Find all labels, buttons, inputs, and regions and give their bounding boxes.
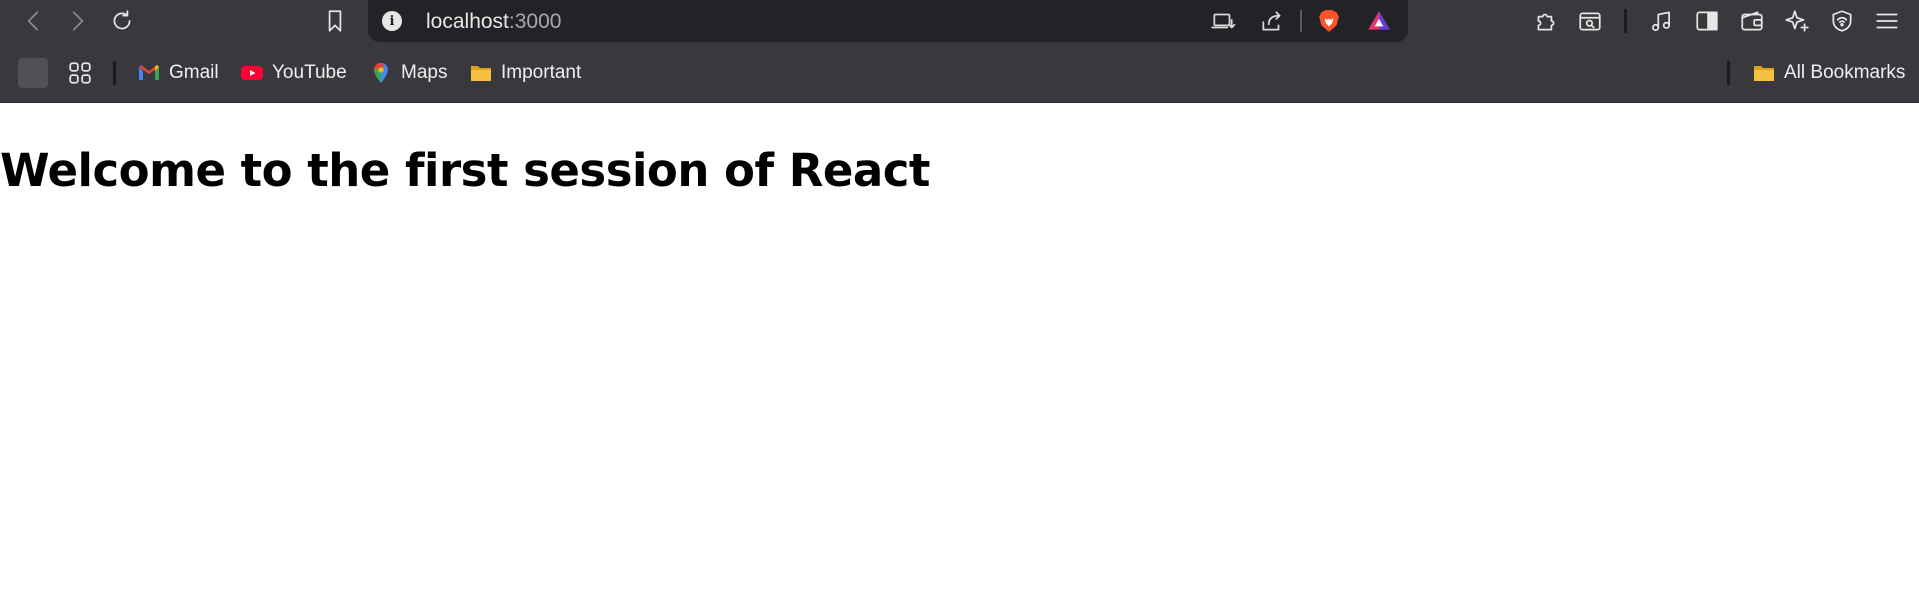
gmail-icon (137, 61, 161, 85)
main-menu-button[interactable] (1870, 4, 1904, 38)
hamburger-menu-icon (1876, 13, 1898, 29)
sidebar-button[interactable] (1690, 4, 1724, 38)
bookmarks-divider (113, 61, 116, 85)
url-port: :3000 (508, 10, 562, 33)
shield-icon (1832, 10, 1852, 32)
site-info-icon[interactable]: i (382, 11, 402, 31)
media-button[interactable] (1644, 4, 1678, 38)
browser-toolbar: i localhost:3000 (0, 0, 1919, 42)
bookmark-page-button[interactable] (318, 4, 352, 38)
rewards-triangle-icon (1368, 11, 1390, 30)
share-button[interactable] (1255, 4, 1289, 38)
bookmark-gmail[interactable]: Gmail (137, 58, 219, 88)
chevron-left-icon (27, 11, 39, 31)
bookmark-youtube[interactable]: YouTube (240, 58, 347, 88)
bookmark-label: YouTube (272, 62, 347, 83)
install-laptop-icon (1211, 13, 1236, 29)
bookmark-label: Gmail (169, 62, 219, 83)
vpn-button[interactable] (1825, 4, 1859, 38)
url-text[interactable]: localhost:3000 (426, 10, 561, 34)
brave-lion-icon (1319, 10, 1339, 32)
profile-tile[interactable] (18, 58, 48, 88)
maps-icon (369, 61, 393, 85)
extensions-button[interactable] (1529, 4, 1563, 38)
sidebar-icon (1696, 11, 1718, 31)
all-bookmarks-button[interactable]: All Bookmarks (1752, 58, 1905, 88)
url-divider (1300, 10, 1302, 32)
bookmark-folder-important[interactable]: Important (469, 58, 581, 88)
window-search-icon (1579, 12, 1601, 31)
reload-button[interactable] (105, 4, 139, 38)
apps-button[interactable] (63, 56, 97, 90)
address-bar[interactable]: i localhost:3000 (368, 0, 1408, 42)
forward-button[interactable] (60, 4, 94, 38)
search-tab-button[interactable] (1573, 4, 1607, 38)
wallet-icon (1741, 11, 1763, 31)
apps-grid-icon (69, 62, 91, 84)
chevron-right-icon (72, 11, 84, 31)
url-host: localhost (426, 10, 509, 33)
all-bookmarks-divider (1727, 61, 1730, 85)
back-button[interactable] (17, 4, 51, 38)
sparkle-icon (1785, 10, 1809, 32)
wallet-button[interactable] (1735, 4, 1769, 38)
bookmark-label: Maps (401, 62, 448, 83)
all-bookmarks-label: All Bookmarks (1784, 62, 1906, 83)
youtube-icon (240, 61, 264, 85)
music-note-icon (1652, 11, 1670, 32)
install-app-button[interactable] (1206, 4, 1240, 38)
folder-icon (1752, 61, 1776, 85)
brave-shields-button[interactable] (1312, 4, 1346, 38)
brave-rewards-button[interactable] (1362, 4, 1396, 38)
bookmark-maps[interactable]: Maps (369, 58, 447, 88)
toolbar-divider (1624, 9, 1627, 33)
bookmark-icon (328, 10, 342, 32)
page-heading: Welcome to the first session of React (0, 144, 930, 197)
reload-icon (113, 10, 131, 30)
folder-icon (469, 61, 493, 85)
puzzle-icon (1537, 13, 1555, 31)
leo-ai-button[interactable] (1780, 4, 1814, 38)
share-icon (1262, 11, 1281, 31)
bookmark-label: Important (501, 62, 582, 83)
